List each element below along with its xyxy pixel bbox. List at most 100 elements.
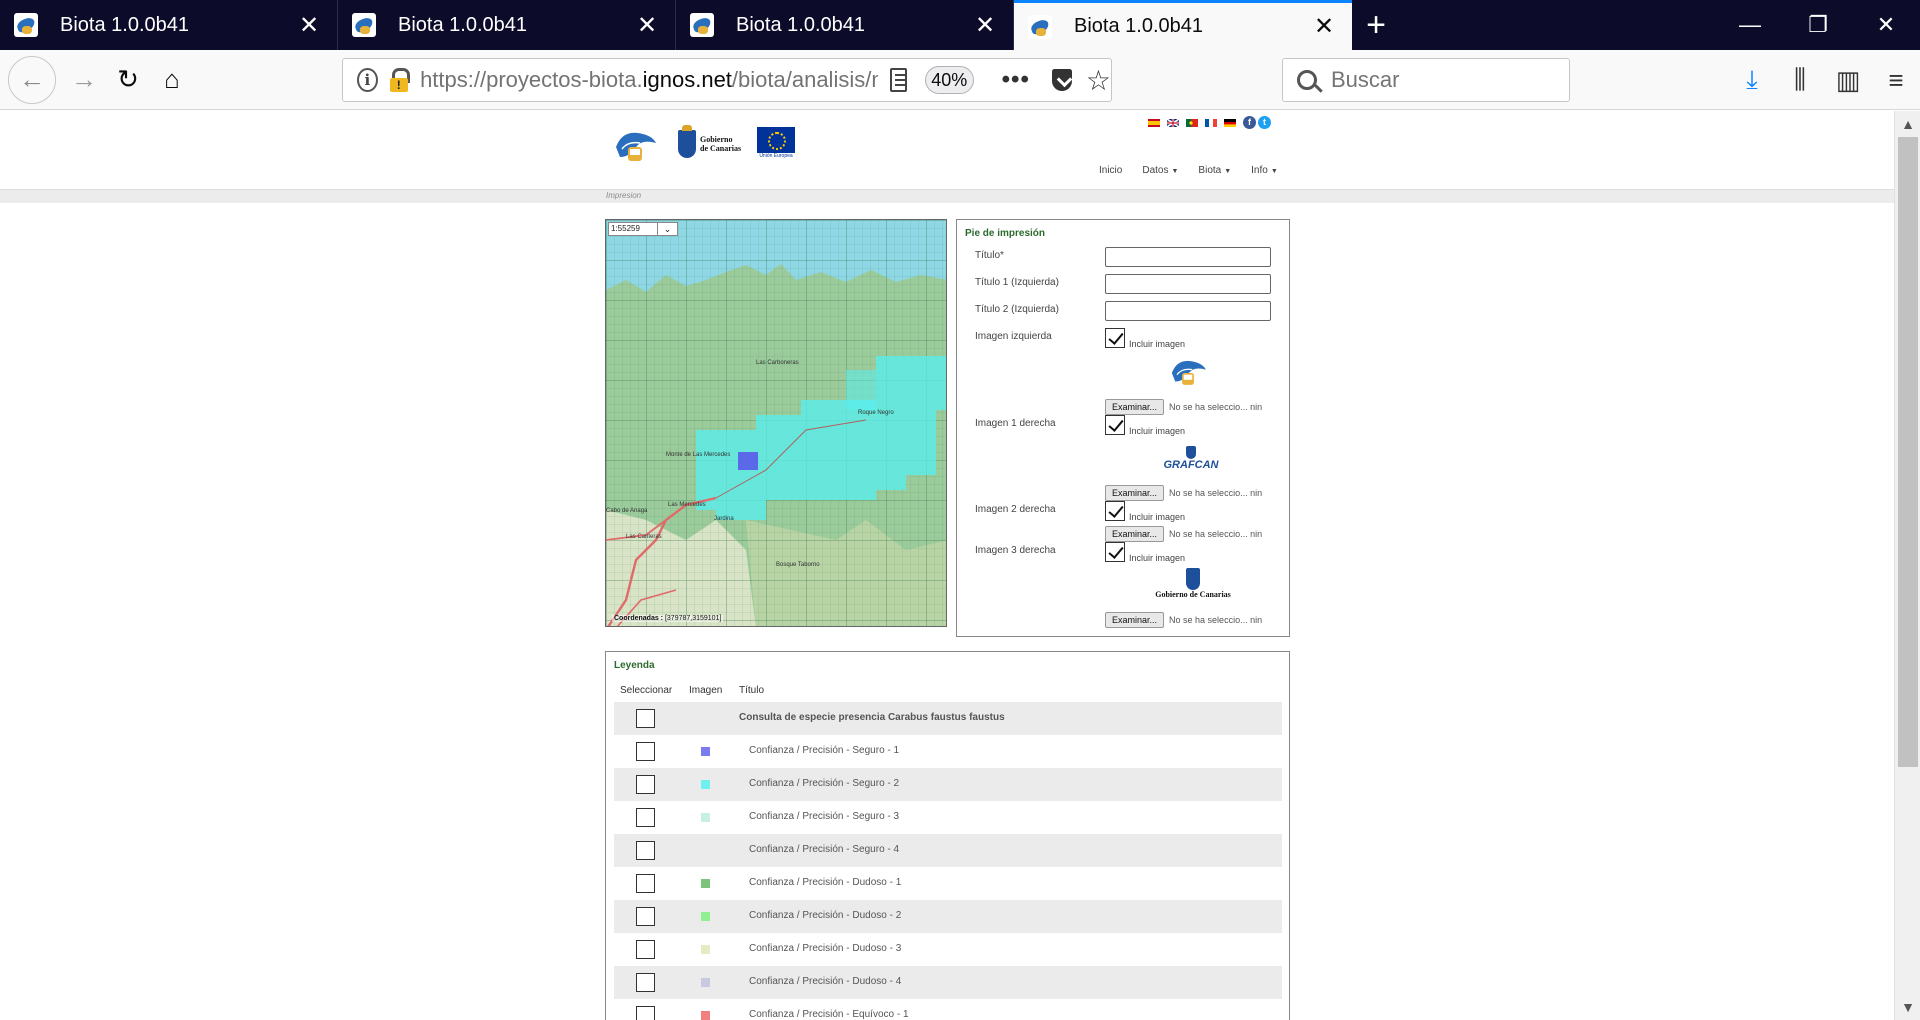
gob-logo-text: de Canarias <box>700 144 742 153</box>
reload-icon[interactable]: ↻ <box>106 58 150 102</box>
legend-row-checkbox[interactable] <box>636 907 655 926</box>
reader-view-icon[interactable] <box>889 68 907 92</box>
include-image-left-checkbox[interactable] <box>1105 328 1125 348</box>
facebook-icon[interactable]: f <box>1243 116 1256 129</box>
col-header-title: Título <box>739 685 765 696</box>
search-icon <box>1297 70 1317 90</box>
browse-button[interactable]: Examinar... <box>1105 526 1165 542</box>
image-right2-label: Imagen 2 derecha <box>975 504 1056 515</box>
restore-icon[interactable]: ❐ <box>1784 0 1852 50</box>
biota-favicon-icon <box>352 13 376 37</box>
legend-row-checkbox[interactable] <box>636 1006 655 1020</box>
tab-title: Biota 1.0.0b41 <box>398 13 527 36</box>
zoom-level-badge[interactable]: 40% <box>924 66 974 94</box>
print-footer-panel: Pie de impresión Título* Título 1 (Izqui… <box>956 219 1290 637</box>
forward-arrow-icon[interactable]: → <box>62 58 106 102</box>
search-input[interactable] <box>1331 67 1551 93</box>
title-label: Título* <box>975 250 1004 261</box>
scale-select[interactable]: 1:55259 ⌄ <box>608 222 678 236</box>
title1-input[interactable] <box>1105 274 1271 294</box>
browse-button[interactable]: Examinar... <box>1105 399 1165 415</box>
twitter-icon[interactable]: t <box>1258 116 1271 129</box>
site-info-icon[interactable]: i <box>357 68 378 92</box>
legend-row-label: Confianza / Precisión - Dudoso - 1 <box>749 877 902 888</box>
biota-favicon-icon <box>14 13 38 37</box>
tab-strip: Biota 1.0.0b41 ✕ Biota 1.0.0b41 ✕ Biota … <box>0 0 1920 50</box>
close-tab-icon[interactable]: ✕ <box>297 11 321 40</box>
france-flag-icon[interactable] <box>1205 118 1217 127</box>
close-tab-icon[interactable]: ✕ <box>973 11 997 40</box>
legend-row-checkbox[interactable] <box>636 742 655 761</box>
legend-row-label: Confianza / Precisión - Seguro - 4 <box>749 844 900 855</box>
image-right1-label: Imagen 1 derecha <box>975 418 1056 429</box>
browser-tab-4-active[interactable]: Biota 1.0.0b41 ✕ <box>1014 0 1352 50</box>
legend-row-label: Confianza / Precisión - Dudoso - 3 <box>749 943 902 954</box>
spain-flag-icon[interactable] <box>1148 118 1160 127</box>
map-place-label: Las Carboneras <box>756 360 799 366</box>
sidebar-icon[interactable]: ▥ <box>1824 58 1872 102</box>
include-image-right2-checkbox[interactable] <box>1105 501 1125 521</box>
uk-flag-icon[interactable] <box>1167 118 1179 127</box>
browser-tab-2[interactable]: Biota 1.0.0b41 ✕ <box>338 0 676 50</box>
file-picker-right1: Examinar... No se ha seleccio... nin <box>1105 485 1275 501</box>
home-icon[interactable]: ⌂ <box>150 58 194 102</box>
file-picker-right2: Examinar... No se ha seleccio... nin <box>1105 526 1275 542</box>
browse-button[interactable]: Examinar... <box>1105 485 1165 501</box>
url-bar[interactable]: i https://proyectos-biota.ignos.net/biot… <box>342 58 1112 102</box>
hamburger-menu-icon[interactable]: ≡ <box>1872 58 1920 102</box>
menu-item-datos[interactable]: Datos ▼ <box>1142 165 1178 176</box>
legend-row-checkbox[interactable] <box>636 874 655 893</box>
pocket-icon[interactable] <box>1051 69 1072 91</box>
page-actions-icon[interactable]: ••• <box>1002 66 1030 94</box>
bookmark-star-icon[interactable]: ☆ <box>1086 64 1111 97</box>
navigation-toolbar: ← → ↻ ⌂ i https://proyectos-biota.ignos.… <box>0 50 1920 110</box>
legend-row-checkbox[interactable] <box>636 973 655 992</box>
title-input[interactable] <box>1105 247 1271 267</box>
scroll-down-icon[interactable]: ▼ <box>1895 994 1920 1020</box>
canarias-shield-icon <box>678 125 696 158</box>
back-arrow-icon[interactable]: ← <box>8 55 56 104</box>
legend-row-checkbox[interactable] <box>636 775 655 794</box>
browser-tab-1[interactable]: Biota 1.0.0b41 ✕ <box>0 0 338 50</box>
minimize-icon[interactable]: — <box>1716 0 1784 50</box>
legend-row-checkbox[interactable] <box>636 841 655 860</box>
legend-row-label: Confianza / Precisión - Seguro - 1 <box>749 745 900 756</box>
browser-tab-3[interactable]: Biota 1.0.0b41 ✕ <box>676 0 1014 50</box>
legend-swatch <box>701 879 710 888</box>
canarias-shield-icon <box>1186 568 1200 590</box>
scroll-up-icon[interactable]: ▲ <box>1895 111 1920 137</box>
chevron-down-icon[interactable]: ⌄ <box>657 223 677 235</box>
include-image-right3-checkbox[interactable] <box>1105 542 1125 562</box>
browse-button[interactable]: Examinar... <box>1105 612 1165 628</box>
legend-row-checkbox[interactable] <box>636 940 655 959</box>
download-icon[interactable]: ⤓ <box>1728 58 1776 102</box>
menu-item-biota[interactable]: Biota ▼ <box>1198 165 1231 176</box>
page-scrollbar[interactable]: ▲ ▼ <box>1894 111 1920 1020</box>
scale-value: 1:55259 <box>611 224 640 233</box>
legend-row-label: Confianza / Precisión - Seguro - 3 <box>749 811 900 822</box>
legend-row-checkbox[interactable] <box>636 808 655 827</box>
url-text[interactable]: https://proyectos-biota.ignos.net/biota/… <box>420 67 877 93</box>
scroll-thumb[interactable] <box>1898 137 1918 767</box>
insecure-lock-icon[interactable] <box>388 68 411 92</box>
legend-row: Confianza / Precisión - Seguro - 2 <box>614 768 1282 801</box>
search-box[interactable] <box>1282 58 1570 102</box>
legend-group-checkbox[interactable] <box>636 709 655 728</box>
toolbar-right: ⤓ ⫼ ▥ ≡ <box>1728 58 1920 102</box>
include-image-label: Incluir imagen <box>1129 512 1186 522</box>
grafcan-shield-icon <box>1186 446 1196 459</box>
portugal-flag-icon[interactable] <box>1186 118 1198 127</box>
title2-input[interactable] <box>1105 301 1271 321</box>
legend-row: Confianza / Precisión - Dudoso - 3 <box>614 933 1282 966</box>
menu-item-inicio[interactable]: Inicio <box>1099 165 1122 176</box>
close-tab-icon[interactable]: ✕ <box>635 11 659 40</box>
close-tab-icon[interactable]: ✕ <box>1312 12 1336 41</box>
library-icon[interactable]: ⫼ <box>1776 58 1824 102</box>
new-tab-button[interactable]: + <box>1352 0 1400 50</box>
include-image-right1-checkbox[interactable] <box>1105 415 1125 435</box>
close-window-icon[interactable]: ✕ <box>1852 0 1920 50</box>
germany-flag-icon[interactable] <box>1224 118 1236 127</box>
map-place-label: Roque Negro <box>858 410 894 416</box>
menu-item-info[interactable]: Info ▼ <box>1251 165 1278 176</box>
map-view[interactable]: Las Carboneras Roque Negro Monte de Las … <box>605 219 947 627</box>
